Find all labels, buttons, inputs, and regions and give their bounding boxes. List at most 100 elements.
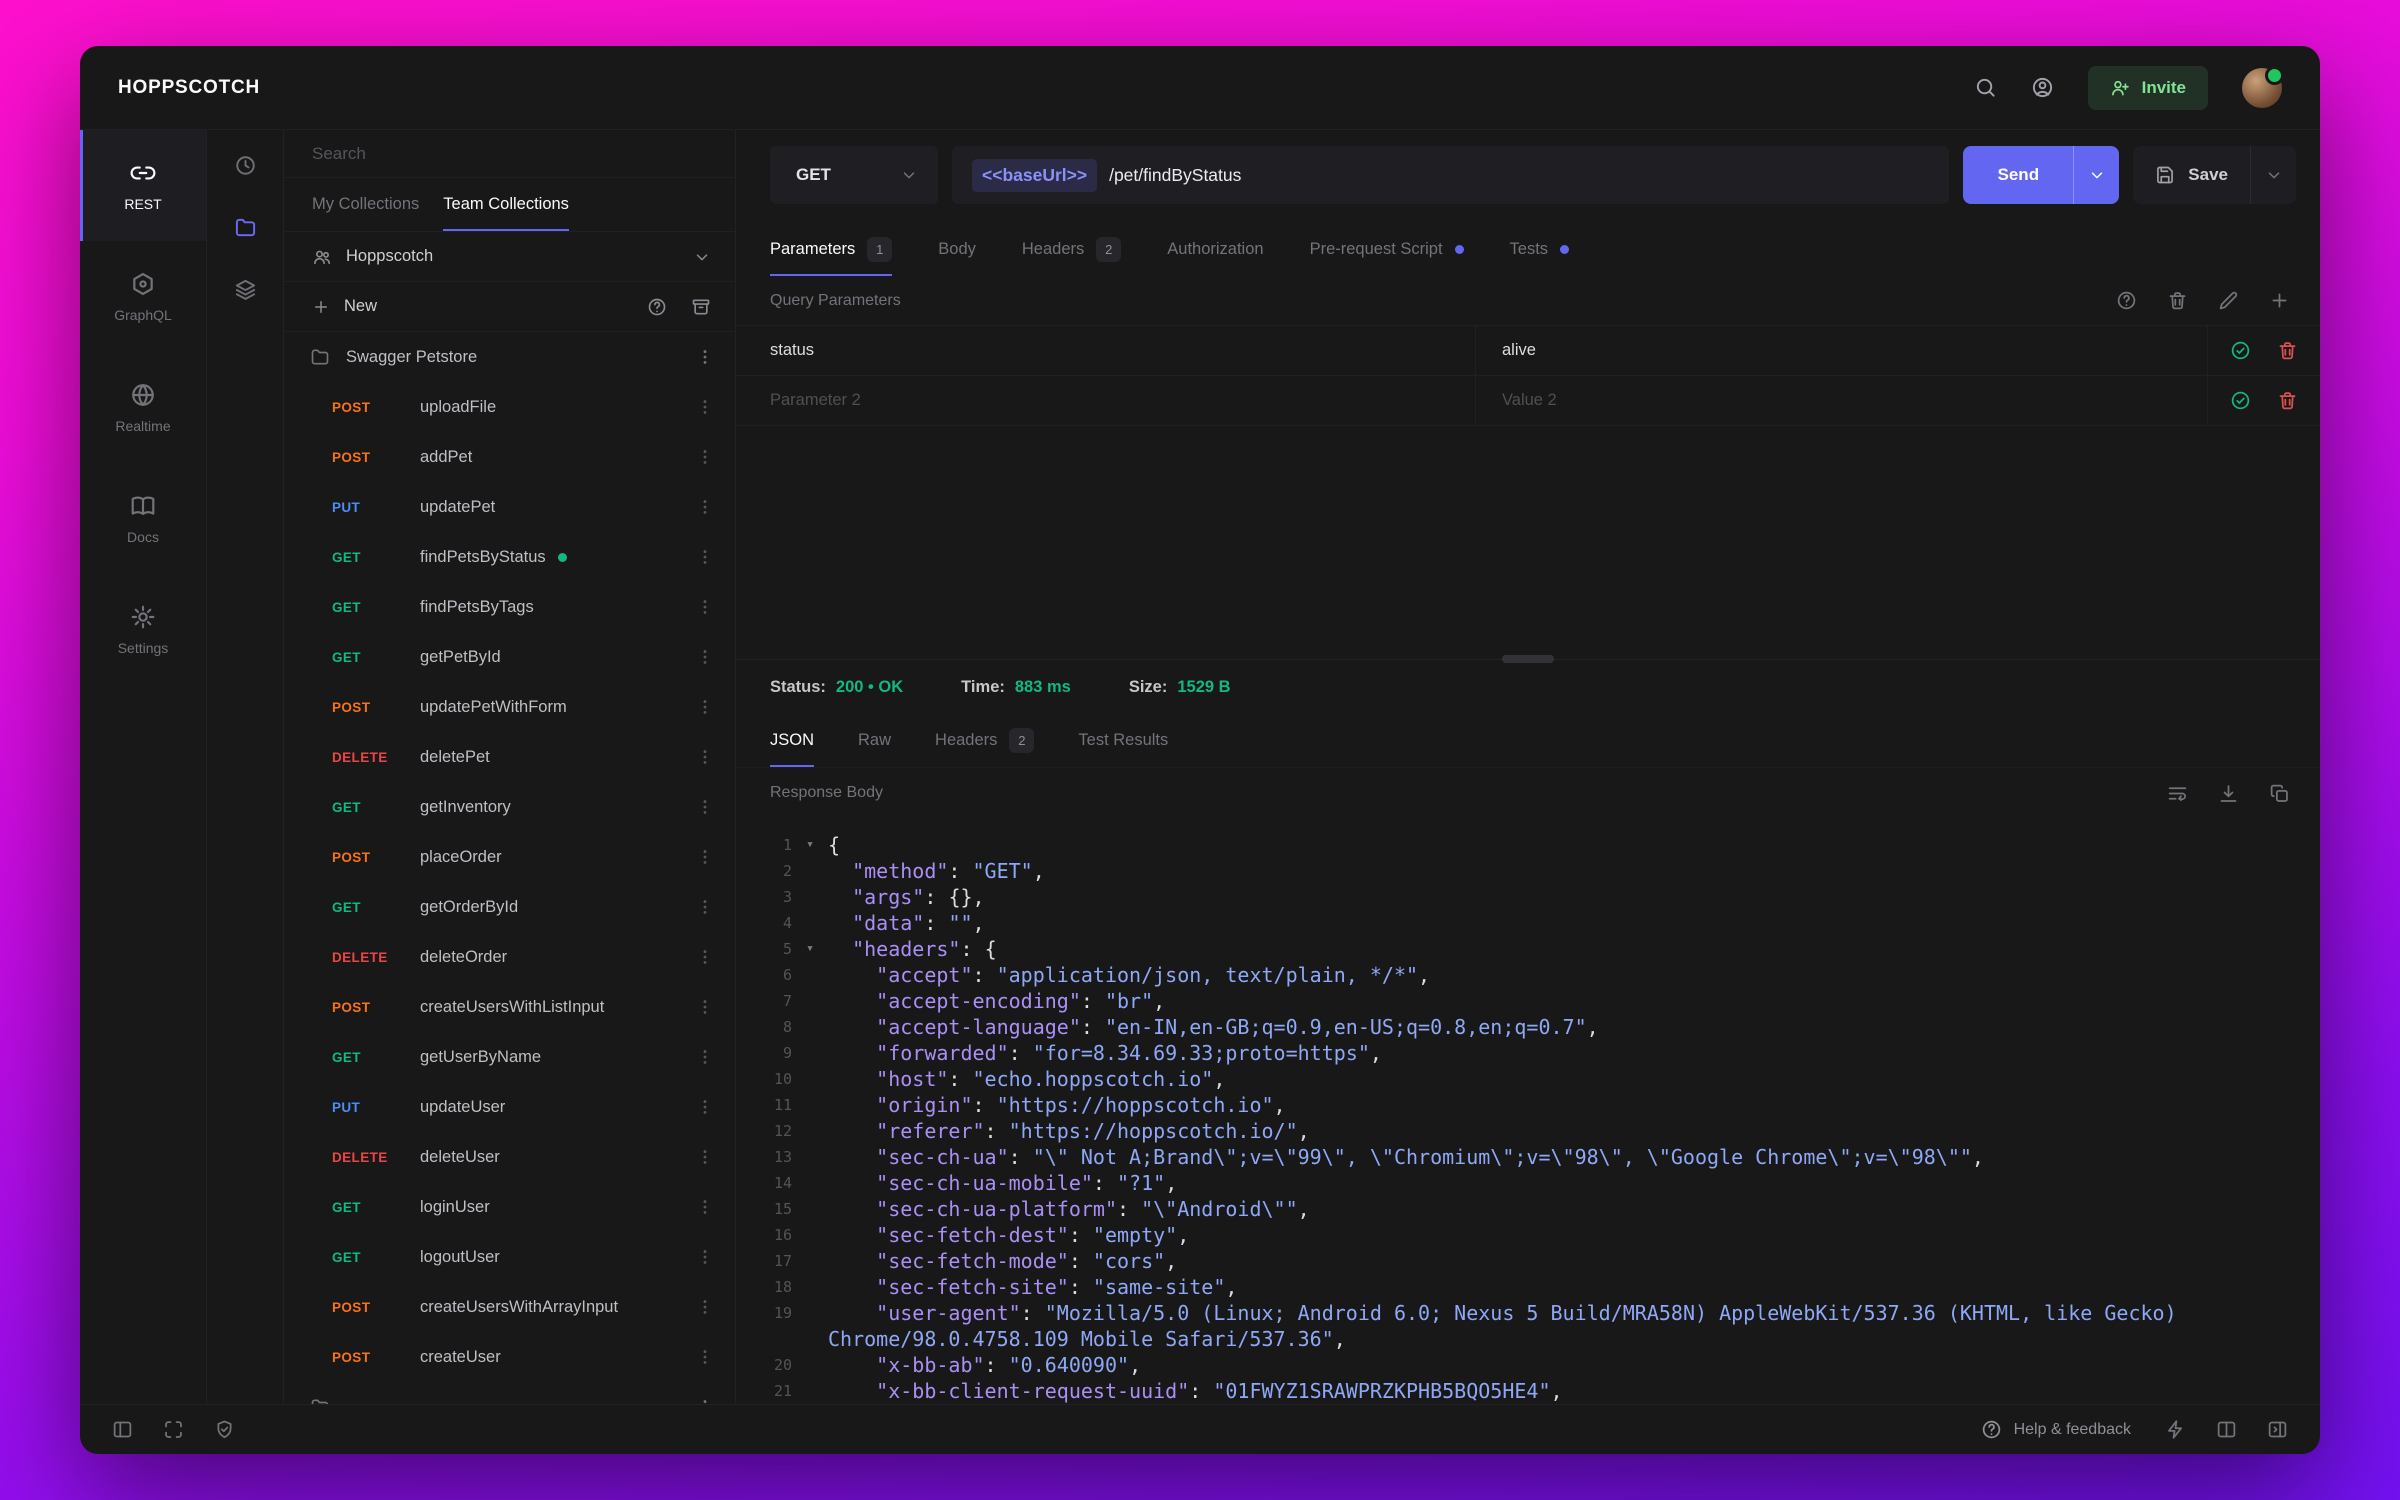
- tab-json[interactable]: JSON: [770, 714, 815, 767]
- collection-request[interactable]: GET getPetById: [284, 632, 735, 682]
- tab-headers[interactable]: Headers 2: [1022, 222, 1122, 276]
- panel-right-icon[interactable]: [2267, 1419, 2288, 1440]
- help-feedback-button[interactable]: Help & feedback: [1981, 1419, 2131, 1440]
- fold-toggle-icon[interactable]: ▾: [792, 832, 828, 858]
- param-key-input[interactable]: status: [736, 326, 1476, 375]
- collection-request[interactable]: GET getOrderById: [284, 882, 735, 932]
- collection-folder[interactable]: Swagger Petstore: [284, 332, 735, 382]
- more-options-icon[interactable]: [695, 697, 715, 717]
- collection-request[interactable]: POST updatePetWithForm: [284, 682, 735, 732]
- method-selector[interactable]: GET: [770, 146, 938, 204]
- collection-request[interactable]: POST addPet: [284, 432, 735, 482]
- more-options-icon[interactable]: [695, 997, 715, 1017]
- collection-request[interactable]: POST createUsersWithListInput: [284, 982, 735, 1032]
- url-input[interactable]: <<baseUrl>> /pet/findByStatus: [952, 146, 1950, 204]
- more-options-icon[interactable]: [695, 1397, 715, 1404]
- collection-request[interactable]: GET getUserByName: [284, 1032, 735, 1082]
- add-icon[interactable]: [2269, 290, 2290, 311]
- nav-rest[interactable]: REST: [80, 130, 206, 241]
- user-circle-icon[interactable]: [2031, 76, 2054, 99]
- more-options-icon[interactable]: [695, 1247, 715, 1267]
- more-options-icon[interactable]: [695, 1047, 715, 1067]
- param-key-input[interactable]: Parameter 2: [736, 376, 1476, 425]
- collection-request[interactable]: POST placeOrder: [284, 832, 735, 882]
- help-icon[interactable]: [647, 297, 667, 317]
- team-selector[interactable]: Hoppscotch: [284, 232, 735, 282]
- folder-icon[interactable]: [234, 216, 257, 239]
- more-options-icon[interactable]: [695, 847, 715, 867]
- tab-raw[interactable]: Raw: [858, 714, 891, 767]
- fold-toggle-icon[interactable]: ▾: [792, 936, 828, 962]
- new-collection-button[interactable]: New: [344, 297, 377, 316]
- search-input[interactable]: [284, 143, 735, 164]
- more-options-icon[interactable]: [695, 1197, 715, 1217]
- tab-headers[interactable]: Headers 2: [935, 714, 1035, 767]
- check-circle-icon[interactable]: [2230, 390, 2251, 411]
- collection-request[interactable]: POST createUsersWithArrayInput: [284, 1282, 735, 1332]
- more-options-icon[interactable]: [695, 547, 715, 567]
- more-options-icon[interactable]: [695, 647, 715, 667]
- collection-request[interactable]: POST createUser: [284, 1332, 735, 1382]
- more-options-icon[interactable]: [695, 447, 715, 467]
- nav-graphql[interactable]: GraphQL: [80, 241, 206, 352]
- layers-icon[interactable]: [234, 278, 257, 301]
- check-circle-icon[interactable]: [2230, 340, 2251, 361]
- collection-request[interactable]: DELETE deletePet: [284, 732, 735, 782]
- nav-settings[interactable]: Settings: [80, 574, 206, 685]
- nav-realtime[interactable]: Realtime: [80, 352, 206, 463]
- expand-icon[interactable]: [163, 1419, 184, 1440]
- delete-all-icon[interactable]: [2167, 290, 2188, 311]
- collection-request[interactable]: GET getInventory: [284, 782, 735, 832]
- more-options-icon[interactable]: [695, 1147, 715, 1167]
- response-code[interactable]: 1 ▾{2 "method": "GET", 3 "args": {}, 4 "dat…: [736, 818, 2320, 1404]
- panel-toggle-icon[interactable]: [112, 1419, 133, 1440]
- more-options-icon[interactable]: [695, 747, 715, 767]
- send-options-button[interactable]: [2073, 146, 2119, 204]
- more-options-icon[interactable]: [695, 397, 715, 417]
- collection-request[interactable]: GET loginUser: [284, 1182, 735, 1232]
- history-icon[interactable]: [234, 154, 257, 177]
- collection-request[interactable]: DELETE deleteUser: [284, 1132, 735, 1182]
- param-value-input[interactable]: alive: [1476, 326, 2208, 375]
- more-options-icon[interactable]: [695, 1097, 715, 1117]
- wrap-lines-icon[interactable]: [2167, 783, 2188, 804]
- save-options-button[interactable]: [2250, 146, 2296, 204]
- save-button[interactable]: Save: [2133, 146, 2296, 204]
- tab-parameters[interactable]: Parameters 1: [770, 222, 893, 276]
- avatar[interactable]: [2242, 65, 2284, 108]
- delete-icon[interactable]: [2277, 390, 2298, 411]
- help-icon[interactable]: [2116, 290, 2137, 311]
- zap-icon[interactable]: [2165, 1419, 2186, 1440]
- more-options-icon[interactable]: [695, 597, 715, 617]
- nav-docs[interactable]: Docs: [80, 463, 206, 574]
- collection-request[interactable]: PUT updateUser: [284, 1082, 735, 1132]
- tab-authorization[interactable]: Authorization: [1167, 222, 1263, 276]
- invite-button[interactable]: Invite: [2087, 65, 2208, 110]
- columns-icon[interactable]: [2216, 1419, 2237, 1440]
- send-button[interactable]: Send: [1963, 146, 2120, 204]
- more-options-icon[interactable]: [695, 347, 715, 367]
- collection-request[interactable]: GET findPetsByTags: [284, 582, 735, 632]
- shield-check-icon[interactable]: [214, 1419, 235, 1440]
- param-value-input[interactable]: Value 2: [1476, 376, 2208, 425]
- pane-resize-handle[interactable]: [1502, 655, 1554, 663]
- more-options-icon[interactable]: [695, 797, 715, 817]
- more-options-icon[interactable]: [695, 497, 715, 517]
- tab-my-collections[interactable]: My Collections: [312, 178, 419, 231]
- tab-tests[interactable]: Tests: [1510, 222, 1570, 276]
- more-options-icon[interactable]: [695, 1347, 715, 1367]
- collection-request[interactable]: GET findPetsByStatus: [284, 532, 735, 582]
- tab-test-results[interactable]: Test Results: [1078, 714, 1168, 767]
- tab-team-collections[interactable]: Team Collections: [443, 178, 569, 231]
- collection-request[interactable]: POST uploadFile: [284, 382, 735, 432]
- search-icon[interactable]: [1974, 76, 1997, 99]
- collection-request[interactable]: DELETE deleteOrder: [284, 932, 735, 982]
- collection-folder[interactable]: [284, 1382, 735, 1404]
- more-options-icon[interactable]: [695, 1297, 715, 1317]
- edit-icon[interactable]: [2218, 290, 2239, 311]
- copy-icon[interactable]: [2269, 783, 2290, 804]
- archive-icon[interactable]: [691, 297, 711, 317]
- download-icon[interactable]: [2218, 783, 2239, 804]
- tab-pre-request-script[interactable]: Pre-request Script: [1310, 222, 1464, 276]
- collection-request[interactable]: PUT updatePet: [284, 482, 735, 532]
